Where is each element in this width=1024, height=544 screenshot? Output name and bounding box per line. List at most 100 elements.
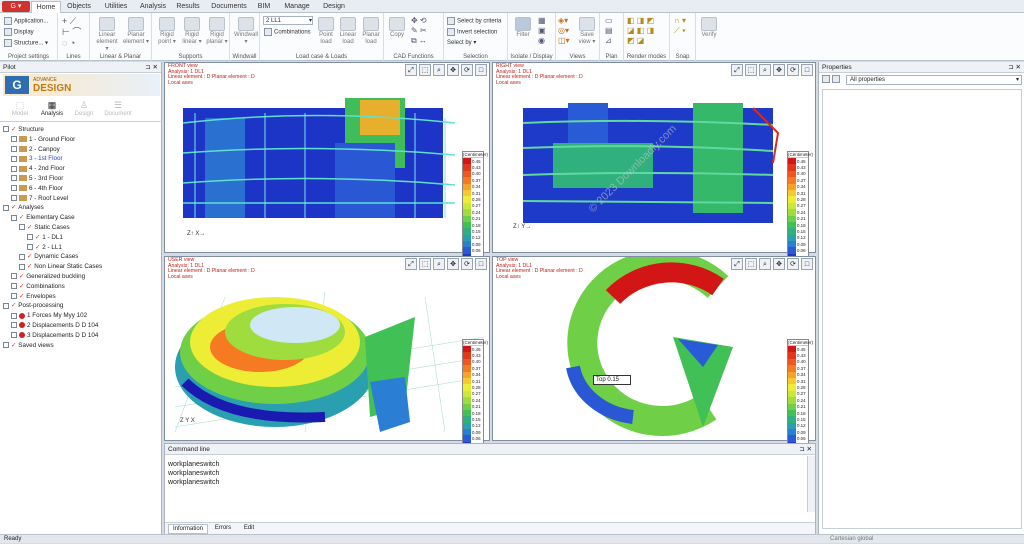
pan-icon[interactable]: ✥ <box>447 258 459 270</box>
expand-box-icon[interactable] <box>11 194 17 201</box>
tab-edit[interactable]: Edit <box>238 524 260 534</box>
zoom-extents-icon[interactable]: ⤢ <box>405 258 417 270</box>
expand-box-icon[interactable] <box>27 243 33 250</box>
application-settings-button[interactable]: Application... <box>4 17 48 25</box>
zoom-extents-icon[interactable]: ⤢ <box>405 64 417 76</box>
categorize-icon[interactable] <box>832 75 840 83</box>
mode-design[interactable]: ♙ Design <box>70 100 98 117</box>
top-viewport[interactable]: TOP view Analysis: 1 DL1 Linear element : … <box>492 256 816 456</box>
line-tools[interactable]: + ⟋ ⊢ ⌒ ◌ ◔ <box>62 16 81 49</box>
tab-documents[interactable]: Documents <box>208 1 250 13</box>
tree-item[interactable]: ✓ Structure <box>3 125 44 134</box>
expand-box-icon[interactable] <box>11 273 17 280</box>
windwall-button[interactable]: Windwall ▾ <box>232 17 260 46</box>
properties-filter-select[interactable]: All properties ▾ <box>846 75 1022 85</box>
combinations-button[interactable]: Combinations <box>264 28 311 36</box>
cad-tools[interactable]: ✥ ⟲ ✎ ✂ ⧉ ↔ <box>411 16 427 46</box>
maximize-icon[interactable]: □ <box>801 64 813 76</box>
rotate-icon[interactable]: ⟳ <box>787 258 799 270</box>
expand-box-icon[interactable] <box>11 292 17 299</box>
rigid-planar-button[interactable]: Rigid planar ▾ <box>205 17 229 46</box>
tree-item[interactable]: 2 Displacements D D 104 <box>11 321 98 330</box>
linear-load-button[interactable]: Linear load <box>338 17 358 46</box>
pan-icon[interactable]: ✥ <box>773 64 785 76</box>
tab-utilities[interactable]: Utilities <box>98 1 134 13</box>
zoom-icon[interactable]: ⌕ <box>759 258 771 270</box>
copy-button[interactable]: Copy <box>386 17 408 39</box>
expand-box-icon[interactable] <box>27 234 33 241</box>
expand-box-icon[interactable] <box>11 145 17 152</box>
invert-selection-button[interactable]: Invert selection <box>447 28 497 36</box>
tab-objects[interactable]: Objects <box>63 1 95 13</box>
tree-item[interactable]: ✓ Saved views <box>3 341 54 350</box>
maximize-icon[interactable]: □ <box>475 64 487 76</box>
tree-item[interactable]: 6 - 4th Floor <box>11 184 63 193</box>
zoom-extents-icon[interactable]: ⤢ <box>731 64 743 76</box>
maximize-icon[interactable]: □ <box>475 258 487 270</box>
zoom-icon[interactable]: ⌕ <box>759 64 771 76</box>
expand-box-icon[interactable] <box>11 283 17 290</box>
tree-item[interactable]: ✓ Static Cases <box>19 223 70 232</box>
structure-settings-button[interactable]: Structure... ▾ <box>4 39 48 47</box>
expand-box-icon[interactable] <box>11 165 17 172</box>
planar-load-button[interactable]: Planar load <box>360 17 382 46</box>
render-tools[interactable]: ◧ ◨ ◩ ◪ ◧ ◨ ◩ ◪ <box>627 16 654 46</box>
zoom-icon[interactable]: ⌕ <box>433 64 445 76</box>
tab-results[interactable]: Results <box>172 1 204 13</box>
tree-item[interactable]: 2 - Canpoy <box>11 145 60 154</box>
zoom-extents-icon[interactable]: ⤢ <box>731 258 743 270</box>
tree-item[interactable]: ✓ 1 - DL1 <box>27 233 63 242</box>
zoom-icon[interactable]: ⌕ <box>433 258 445 270</box>
view-tools[interactable]: ◈▾ ◎▾ ◫▾ <box>558 16 570 46</box>
expand-box-icon[interactable] <box>11 175 17 182</box>
zoom-window-icon[interactable]: ⬚ <box>745 64 757 76</box>
verify-button[interactable]: Verify <box>698 17 720 39</box>
expand-box-icon[interactable] <box>3 302 9 309</box>
pan-icon[interactable]: ✥ <box>773 258 785 270</box>
right-viewport[interactable]: RIGHT view Analysis: 1 DL1 Linear element … <box>492 62 816 268</box>
zoom-window-icon[interactable]: ⬚ <box>419 64 431 76</box>
planar-element-button[interactable]: Planar element ▾ <box>122 17 150 46</box>
rotate-icon[interactable]: ⟳ <box>461 64 473 76</box>
tree-item[interactable]: 1 - Ground Floor <box>11 135 75 144</box>
expand-box-icon[interactable] <box>19 263 25 270</box>
zoom-window-icon[interactable]: ⬚ <box>745 258 757 270</box>
linear-element-button[interactable]: Linear element ▾ <box>94 17 120 53</box>
expand-box-icon[interactable] <box>11 332 17 339</box>
tree-item[interactable]: ✓ Post-processing <box>3 301 63 310</box>
tab-analysis[interactable]: Analysis <box>136 1 170 13</box>
load-case-select[interactable]: 2 LL1 ▾ <box>263 16 313 25</box>
tree-item[interactable]: ✓ Combinations <box>11 282 65 291</box>
save-view-button[interactable]: Save view ▾ <box>576 17 598 46</box>
plan-tools[interactable]: ▭ ▤ ⊿ <box>605 16 613 46</box>
tab-manage[interactable]: Manage <box>280 1 314 13</box>
zoom-window-icon[interactable]: ⬚ <box>419 258 431 270</box>
display-tools[interactable]: ▦ ▣ ◉ <box>538 16 546 46</box>
user-viewport[interactable]: USER view Analysis: 1 DL1 Linear element :… <box>164 256 490 456</box>
expand-box-icon[interactable] <box>3 204 9 211</box>
expand-box-icon[interactable] <box>11 136 17 143</box>
tree-item[interactable]: 4 - 2nd Floor <box>11 164 65 173</box>
tree-item[interactable]: 1 Forces My Myy 102 <box>11 311 87 320</box>
tree-item[interactable]: ✓ Generalized buckling <box>11 272 85 281</box>
mode-analysis[interactable]: ▦ Analysis <box>38 100 66 117</box>
rigid-linear-button[interactable]: Rigid linear ▾ <box>180 17 204 46</box>
pan-icon[interactable]: ✥ <box>447 64 459 76</box>
maximize-icon[interactable]: □ <box>801 258 813 270</box>
tab-bim[interactable]: BIM <box>252 1 276 13</box>
tree-item[interactable]: 5 - 3rd Floor <box>11 174 63 183</box>
expand-box-icon[interactable] <box>3 126 9 133</box>
expand-box-icon[interactable] <box>19 253 25 260</box>
command-scrollbar[interactable] <box>807 456 815 512</box>
expand-box-icon[interactable] <box>11 185 17 192</box>
snap-tools[interactable]: ∩ ▾ ⟋ ▾ <box>674 16 686 36</box>
tab-design[interactable]: Design <box>318 1 350 13</box>
tree-item[interactable]: ✓ Elementary Case <box>11 213 75 222</box>
tree-item[interactable]: 3 Displacements D D 104 <box>11 331 98 340</box>
tree-item[interactable]: ✓ Analyses <box>3 203 44 212</box>
select-by-dropdown[interactable]: Select by ▾ <box>447 39 476 46</box>
display-settings-button[interactable]: Display <box>4 28 34 36</box>
tree-item[interactable]: ✓ Non Linear Static Cases <box>19 262 102 271</box>
tree-item[interactable]: 7 - Roof Level <box>11 194 68 203</box>
tree-item[interactable]: 3 - 1st Floor <box>11 154 63 163</box>
